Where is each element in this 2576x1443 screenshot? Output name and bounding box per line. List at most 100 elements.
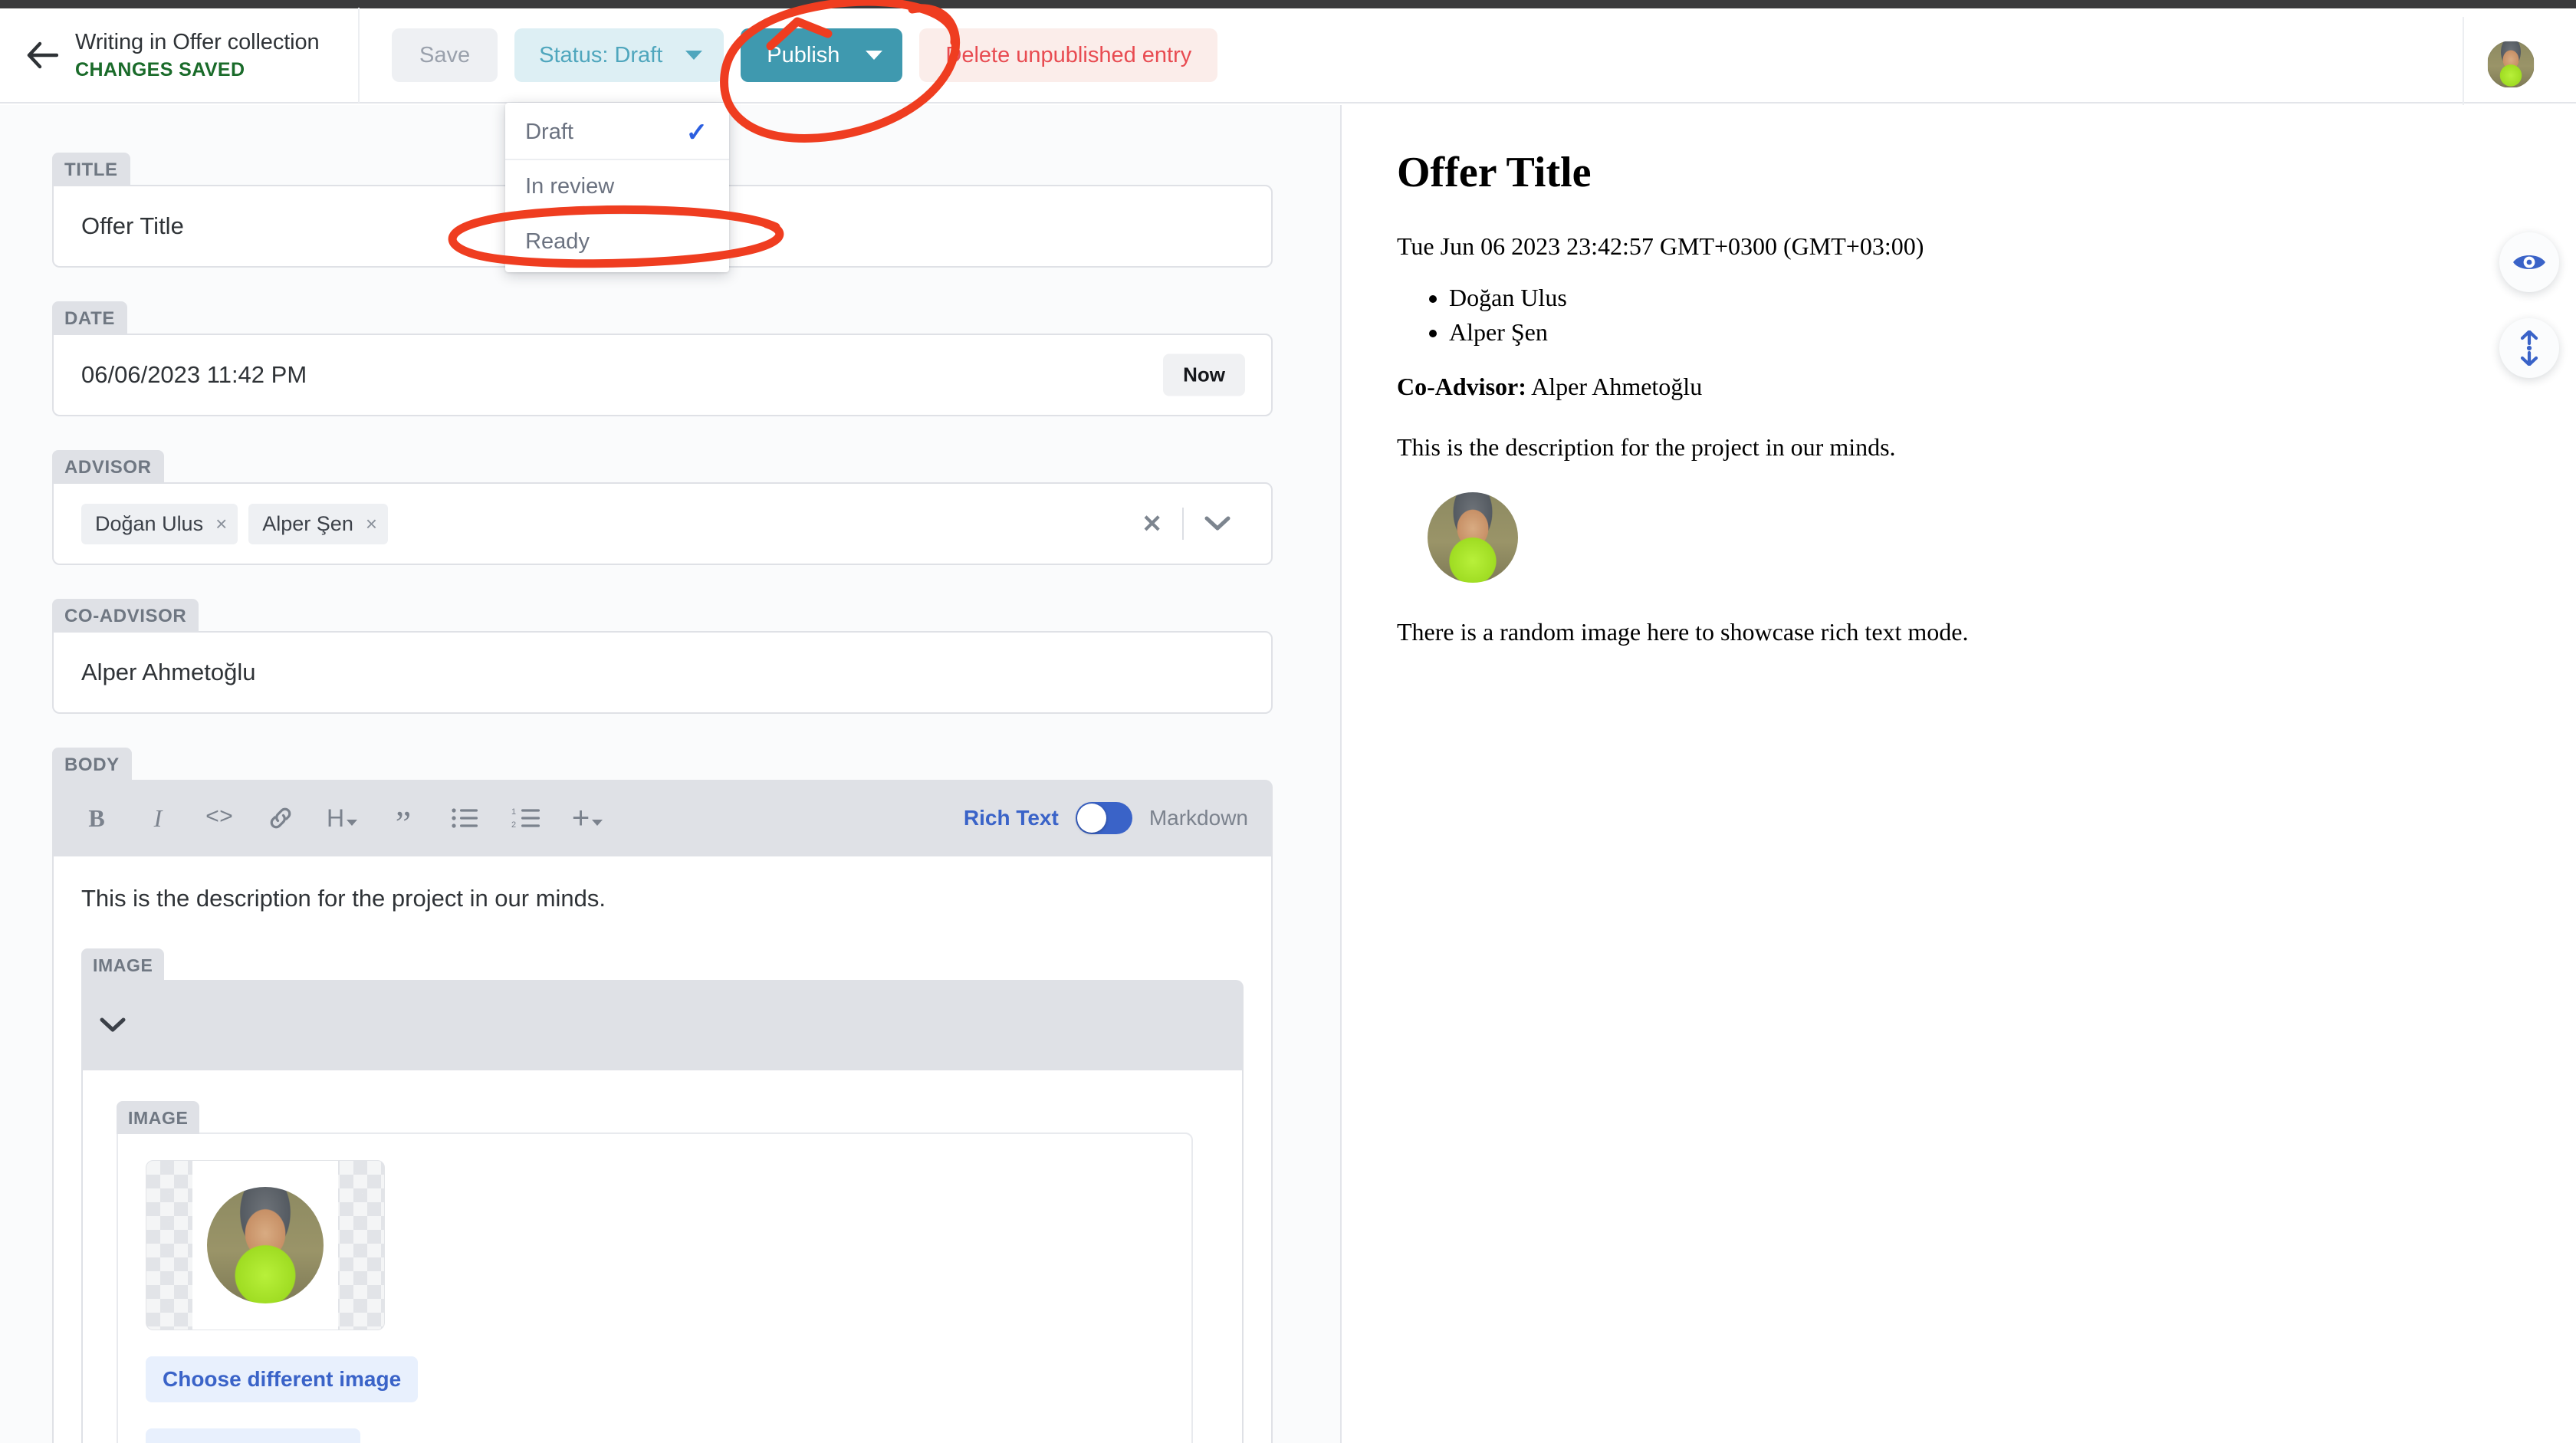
toggle-knob — [1076, 804, 1106, 833]
publish-button-label: Publish — [767, 42, 840, 67]
status-menu-item-in-review[interactable]: In review — [505, 160, 730, 215]
image-widget-inner-body: Choose different image Replace with URL — [117, 1132, 1193, 1443]
list-item: Doğan Ulus — [1449, 284, 2576, 312]
main-split: TITLE Offer Title DATE 06/06/2023 11:42 … — [0, 105, 2576, 1443]
coadvisor-input-value: Alper Ahmetoğlu — [81, 659, 256, 685]
field-coadvisor: CO-ADVISOR Alper Ahmetoğlu — [52, 599, 1273, 714]
svg-text:2: 2 — [511, 820, 516, 830]
remove-tag-icon[interactable]: × — [215, 512, 227, 536]
status-dropdown-wrapper: Status: Draft Draft ✓ In review Ready — [505, 28, 730, 272]
advisor-tag[interactable]: Doğan Ulus × — [81, 503, 238, 544]
select-controls: ✕ — [1122, 508, 1248, 540]
image-widget-outer-bar — [81, 979, 1244, 1070]
check-icon: ✓ — [685, 117, 708, 147]
scroll-sync-icon[interactable] — [2499, 318, 2559, 378]
app-root: Writing in Offer collection CHANGES SAVE… — [0, 0, 2576, 1443]
editor-pane: TITLE Offer Title DATE 06/06/2023 11:42 … — [0, 105, 1342, 1443]
coadvisor-input[interactable]: Alper Ahmetoğlu — [52, 631, 1273, 714]
delete-unpublished-entry-button[interactable]: Delete unpublished entry — [919, 28, 1218, 82]
preview-coadvisor-value: Alper Ahmetoğlu — [1531, 372, 1703, 400]
page-title: Writing in Offer collection — [75, 30, 320, 55]
editor-mode-toggle[interactable] — [1075, 802, 1132, 834]
heading-glyph: H — [326, 804, 345, 832]
status-menu-item-label: Draft — [525, 120, 573, 144]
italic-icon[interactable]: I — [138, 798, 178, 838]
bullet-list-icon[interactable] — [445, 798, 485, 838]
code-icon[interactable]: <> — [199, 798, 239, 838]
status-dropdown-menu: Draft ✓ In review Ready — [505, 103, 730, 272]
rich-text-toolbar: B I <> H ” 1 2 + Rich Text Markdown — [52, 780, 1273, 856]
preview-coadvisor: Co-Advisor: Alper Ahmetoğlu — [1397, 373, 2576, 401]
chevron-down-icon — [685, 51, 703, 60]
chevron-down-icon — [592, 820, 603, 826]
numbered-list-icon[interactable]: 1 2 — [506, 798, 546, 838]
field-label-advisor: ADVISOR — [52, 450, 164, 484]
app-header: Writing in Offer collection CHANGES SAVE… — [0, 8, 2576, 272]
advisor-multiselect[interactable]: Doğan Ulus × Alper Şen × ✕ — [52, 482, 1273, 565]
preview-date: Tue Jun 06 2023 23:42:57 GMT+0300 (GMT+0… — [1397, 232, 1924, 260]
header-left-section: Writing in Offer collection CHANGES SAVE… — [0, 8, 360, 103]
preview-paragraph-1: This is the description for the project … — [1397, 432, 1896, 461]
preview-paragraph-2: There is a random image here to showcase… — [1397, 617, 1969, 646]
rich-text-editor-content[interactable]: This is the description for the project … — [52, 856, 1273, 1443]
preview-coadvisor-label: Co-Advisor: — [1397, 372, 1526, 400]
field-label-body: BODY — [52, 748, 132, 781]
preview-title: Offer Title — [1397, 149, 1592, 196]
status-menu-item-label: In review — [525, 174, 615, 199]
image-widget-inner-label: IMAGE — [117, 1100, 200, 1134]
bold-icon[interactable]: B — [77, 798, 117, 838]
insert-plus-dropdown-icon[interactable]: + — [567, 798, 607, 838]
rich-text-label: Rich Text — [963, 806, 1059, 830]
preview-advisor-list: Doğan Ulus Alper Şen — [1397, 284, 2576, 347]
eye-icon[interactable] — [2499, 232, 2559, 292]
status-dropdown-label: Status: Draft — [539, 42, 663, 67]
field-body: BODY B I <> H ” 1 2 + Rich Text Markdown… — [52, 748, 1273, 1443]
editor-paragraph: This is the description for the project … — [81, 885, 606, 912]
advisor-tag[interactable]: Alper Şen × — [248, 503, 389, 544]
title-input-value: Offer Title — [81, 212, 184, 239]
status-dropdown-button[interactable]: Status: Draft — [514, 28, 724, 82]
back-arrow-icon[interactable] — [20, 33, 64, 77]
date-input-value: 06/06/2023 11:42 PM — [81, 361, 307, 388]
image-thumbnail[interactable] — [146, 1159, 385, 1330]
quote-icon[interactable]: ” — [383, 798, 423, 841]
replace-with-url-button[interactable]: Replace with URL — [146, 1428, 361, 1443]
advisor-tag-label: Doğan Ulus — [95, 511, 204, 535]
user-avatar[interactable] — [2463, 17, 2558, 112]
heading-dropdown-icon[interactable]: H — [322, 798, 362, 838]
image-widget-outer-label: IMAGE — [81, 948, 165, 981]
editor-mode-toggle-group: Rich Text Markdown — [964, 802, 1248, 834]
header-title-group: Writing in Offer collection CHANGES SAVE… — [75, 29, 320, 81]
status-menu-item-label: Ready — [525, 229, 590, 254]
chevron-down-icon[interactable] — [1184, 515, 1248, 532]
remove-tag-icon[interactable]: × — [366, 512, 377, 536]
preview-pane: Offer Title Tue Jun 06 2023 23:42:57 GMT… — [1342, 105, 2576, 1443]
field-label-coadvisor: CO-ADVISOR — [52, 599, 199, 633]
preview-content: Offer Title Tue Jun 06 2023 23:42:57 GMT… — [1342, 105, 2576, 646]
clear-selection-icon[interactable]: ✕ — [1122, 511, 1182, 536]
chevron-down-icon — [866, 51, 883, 60]
now-button[interactable]: Now — [1163, 353, 1245, 396]
chevron-down-icon — [347, 820, 358, 826]
collapse-chevron-icon[interactable] — [98, 1016, 127, 1034]
status-menu-item-ready[interactable]: Ready — [505, 215, 729, 269]
status-menu-item-draft[interactable]: Draft ✓ — [505, 106, 730, 160]
field-label-date: DATE — [52, 301, 127, 335]
markdown-label: Markdown — [1148, 806, 1248, 830]
os-titlebar — [0, 0, 2576, 8]
svg-text:1: 1 — [511, 807, 516, 817]
date-input[interactable]: 06/06/2023 11:42 PM Now — [52, 334, 1273, 416]
image-thumbnail-backdrop — [192, 1160, 338, 1330]
advisor-tag-label: Alper Şen — [262, 511, 353, 535]
choose-different-image-button[interactable]: Choose different image — [146, 1356, 419, 1402]
header-actions: Save Status: Draft Draft ✓ In review Rea — [392, 8, 1218, 272]
link-icon[interactable] — [261, 798, 301, 838]
toolbar-icon-group: B I <> H ” 1 2 + — [77, 798, 607, 841]
field-date: DATE 06/06/2023 11:42 PM Now — [52, 301, 1273, 416]
save-button[interactable]: Save — [392, 28, 498, 82]
image-widget-outer-body: IMAGE Choose different image — [81, 1070, 1244, 1443]
image-widget-outer: IMAGE IMAGE Choose different image — [81, 948, 1244, 1443]
publish-button[interactable]: Publish — [741, 28, 903, 82]
plus-glyph: + — [571, 801, 590, 835]
fields-area: TITLE Offer Title DATE 06/06/2023 11:42 … — [52, 153, 1273, 1443]
